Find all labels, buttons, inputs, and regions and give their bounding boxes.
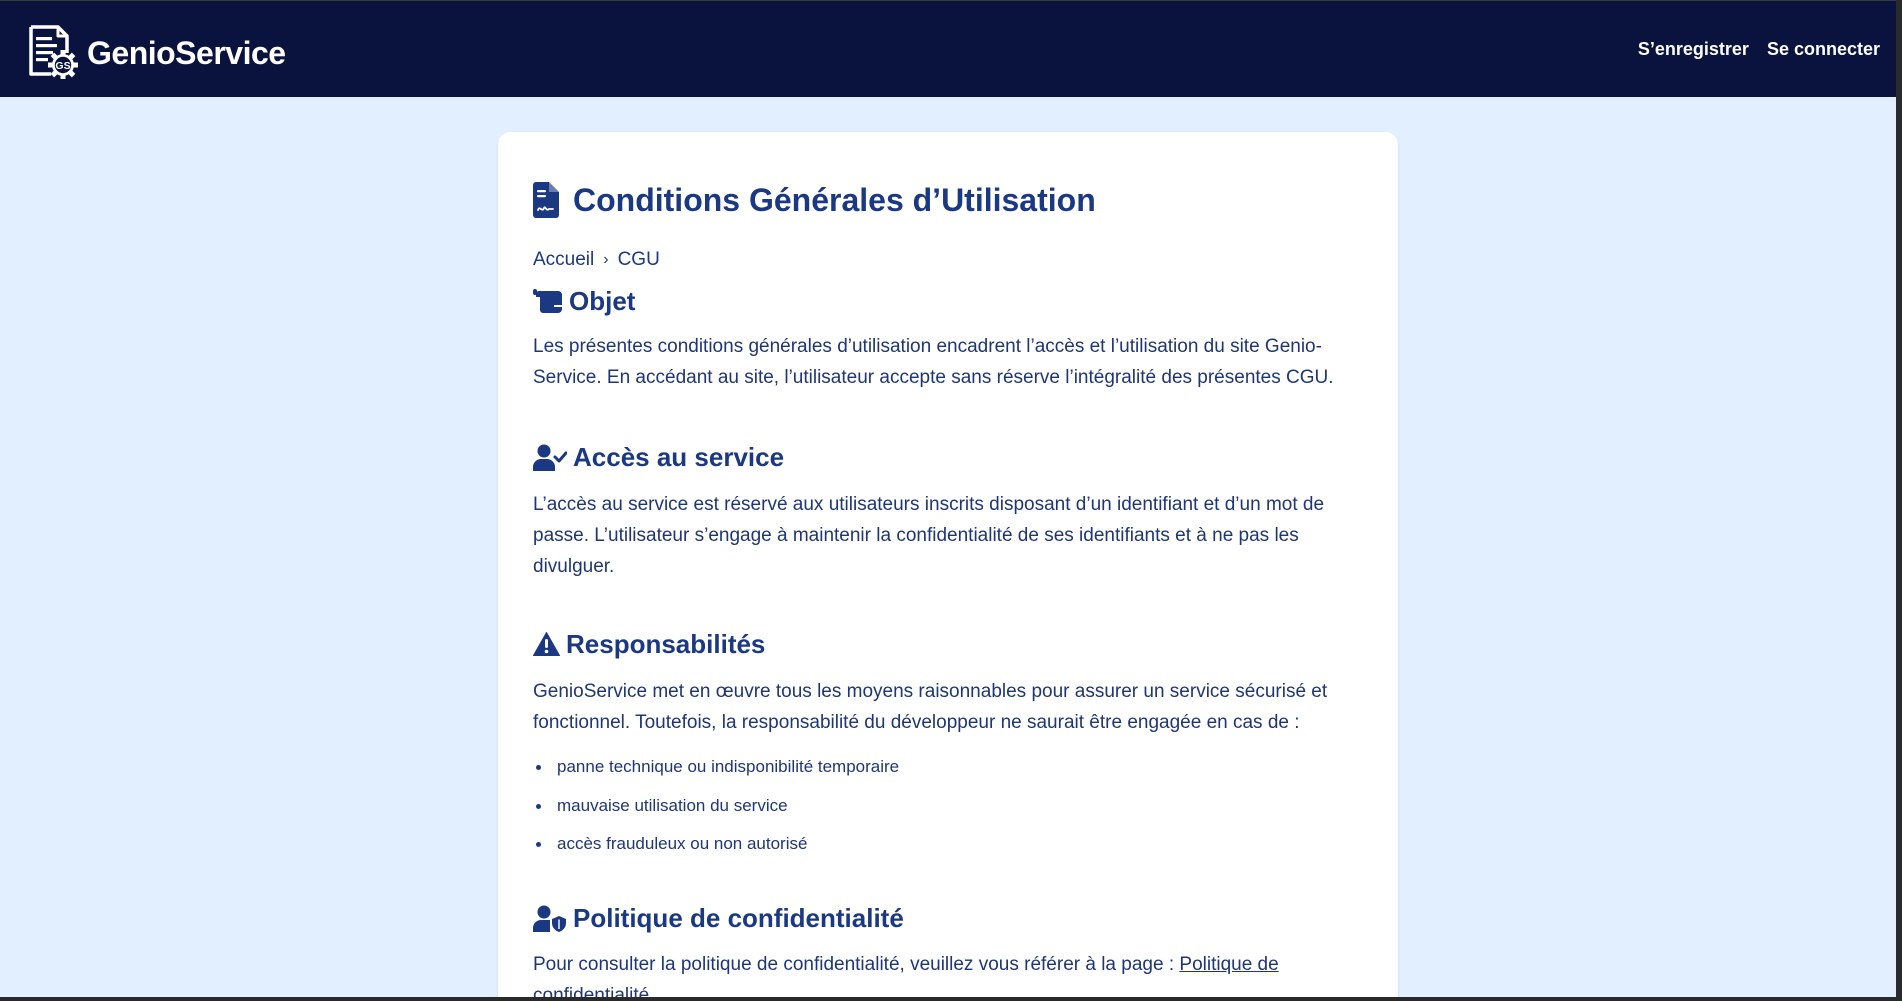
cgu-content: Conditions Générales d’Utilisation Accue… [533, 180, 1353, 1001]
register-link[interactable]: S’enregistrer [1638, 39, 1749, 60]
section-title-text: Objet [569, 285, 636, 316]
section-responsabilites: Responsabilités GenioService met en œuvr… [533, 627, 1353, 864]
contract-file-icon [533, 182, 559, 218]
brand-logo-link[interactable]: GS GenioService [27, 25, 286, 79]
logo-badge-text: GS [55, 60, 70, 72]
section-title-text: Accès au service [573, 441, 785, 472]
paragraph-suffix: . [649, 984, 655, 1001]
content-card: Conditions Générales d’Utilisation Accue… [498, 132, 1398, 1001]
section-paragraph: Pour consulter la politique de confident… [533, 949, 1353, 1001]
scroll-icon [533, 289, 562, 313]
section-title-objet: Objet [533, 284, 1353, 318]
page-title: Conditions Générales d’Utilisation [533, 180, 1353, 220]
section-title-acces: Accès au service [533, 440, 1353, 474]
list-item: panne technique ou indisponibilité tempo… [533, 748, 1353, 787]
user-shield-icon [533, 905, 566, 932]
section-objet: Objet Les présentes conditions générales… [533, 284, 1353, 393]
list-item: accès frauduleux ou non autorisé [533, 825, 1353, 864]
section-title-text: Responsabilités [566, 628, 766, 659]
page-title-text: Conditions Générales d’Utilisation [573, 181, 1096, 218]
section-title-responsabilites: Responsabilités [533, 627, 1353, 661]
user-check-icon [533, 444, 567, 471]
section-paragraph: L’accès au service est réservé aux utili… [533, 494, 1325, 577]
breadcrumb-home-link[interactable]: Accueil [533, 249, 594, 271]
warning-triangle-icon [533, 632, 560, 656]
login-link[interactable]: Se connecter [1767, 39, 1880, 60]
breadcrumb: Accueil › CGU [533, 248, 1353, 272]
section-paragraph: GenioService met en œuvre tous les moyen… [533, 681, 1328, 733]
section-confidentialite: Politique de confidentialité Pour consul… [533, 902, 1353, 1001]
section-title-text: Politique de confidentialité [573, 903, 904, 933]
section-acces: Accès au service L’accès au service est … [533, 440, 1353, 582]
list-item: mauvaise utilisation du service [533, 787, 1353, 826]
breadcrumb-separator: › [603, 251, 609, 268]
breadcrumb-current[interactable]: CGU [618, 249, 660, 271]
document-gear-logo-icon: GS [29, 25, 78, 79]
brand-name: GenioService [87, 34, 286, 71]
paragraph-prefix: Pour consulter la politique de confident… [533, 953, 1180, 975]
section-paragraph: Les présentes conditions générales d’uti… [533, 336, 1334, 388]
section-title-confidentialite: Politique de confidentialité [533, 902, 1353, 936]
top-navbar: GS GenioService S’enregistrer Se connect… [0, 0, 1896, 97]
responsabilites-list: panne technique ou indisponibilité tempo… [533, 748, 1353, 864]
header-nav: S’enregistrer Se connecter [1638, 39, 1880, 60]
app-window: GS GenioService S’enregistrer Se connect… [0, 0, 1902, 1001]
